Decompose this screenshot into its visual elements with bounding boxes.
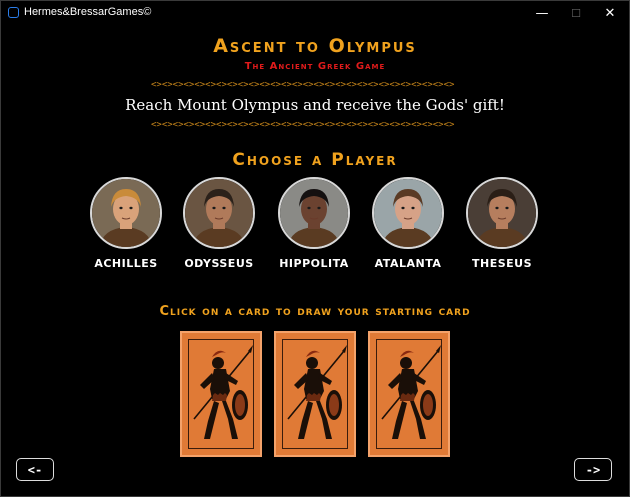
player-name: THESEUS xyxy=(471,257,532,270)
maximize-button[interactable]: ☐ xyxy=(561,5,591,23)
app-icon xyxy=(8,7,19,18)
player-name: ACHILLES xyxy=(94,257,158,270)
player-option[interactable]: ATALANTA xyxy=(368,177,448,270)
player-portrait[interactable] xyxy=(90,177,162,249)
close-button[interactable]: ✕ xyxy=(595,5,625,23)
window-title: Hermes&BressarGames© xyxy=(24,6,152,18)
draw-card[interactable] xyxy=(368,331,450,457)
title-bar: Hermes&BressarGames© — ☐ ✕ xyxy=(1,1,629,27)
app-window: Hermes&BressarGames© — ☐ ✕ Ascent to Oly… xyxy=(0,0,630,497)
player-portrait[interactable] xyxy=(278,177,350,249)
game-subtitle: The Ancient Greek Game xyxy=(244,61,386,72)
minimize-button[interactable]: — xyxy=(527,5,557,23)
player-option[interactable]: THESEUS xyxy=(462,177,542,270)
player-portrait[interactable] xyxy=(372,177,444,249)
greek-border-top: <><><><><><><><><><><><><><><><><><><><>… xyxy=(151,80,455,90)
next-button[interactable]: -> xyxy=(574,458,612,481)
player-name: HIPPOLITA xyxy=(279,257,349,270)
draw-card[interactable] xyxy=(180,331,262,457)
player-portrait[interactable] xyxy=(466,177,538,249)
player-name: ODYSSEUS xyxy=(184,257,254,270)
player-name: ATALANTA xyxy=(374,257,442,270)
tagline: Reach Mount Olympus and receive the Gods… xyxy=(125,96,505,114)
draw-card-instruction: Click on a card to draw your starting ca… xyxy=(159,304,471,319)
player-option[interactable]: ODYSSEUS xyxy=(179,177,259,270)
player-option[interactable]: HIPPOLITA xyxy=(274,177,354,270)
player-portrait[interactable] xyxy=(183,177,255,249)
choose-player-heading: Choose a Player xyxy=(232,150,398,170)
game-title: Ascent to Olympus xyxy=(213,35,417,57)
back-button[interactable]: <- xyxy=(16,458,54,481)
draw-card[interactable] xyxy=(274,331,356,457)
greek-border-bottom: <><><><><><><><><><><><><><><><><><><><>… xyxy=(151,120,455,130)
player-option[interactable]: ACHILLES xyxy=(86,177,166,270)
